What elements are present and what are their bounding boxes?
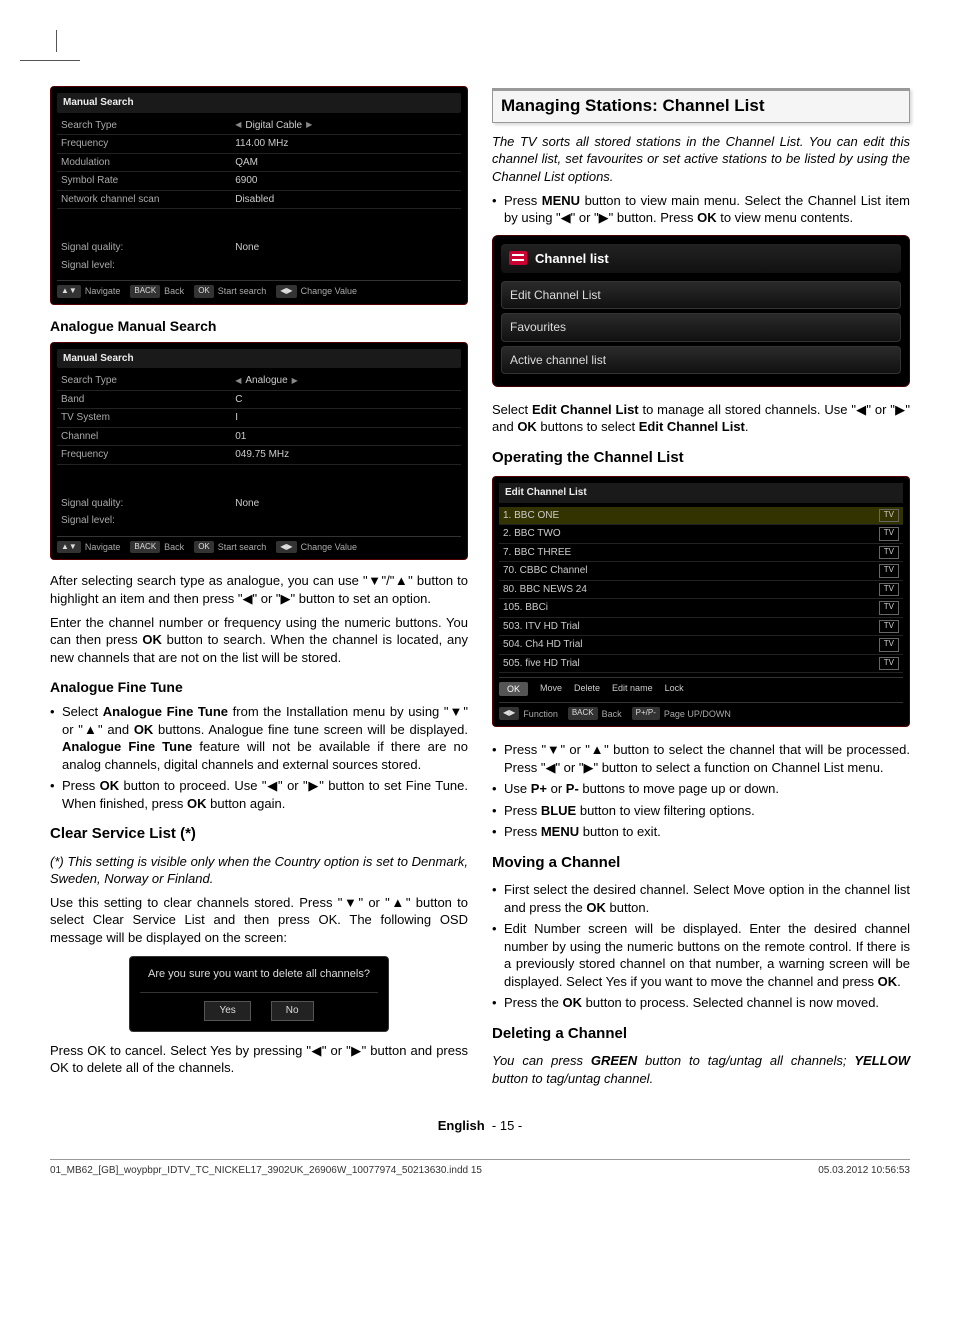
- tv1-sigq-val: None: [235, 241, 457, 255]
- analogue-search-instructions-1: After selecting search type as analogue,…: [50, 572, 468, 607]
- operating-channel-list-heading: Operating the Channel List: [492, 448, 910, 468]
- right-column: Managing Stations: Channel List The TV s…: [492, 80, 910, 1093]
- edit-channel-list-head: Edit Channel List: [499, 483, 903, 503]
- managing-stations-heading: Managing Stations: Channel List: [492, 88, 910, 123]
- tv-foot-item: ◀▶Function: [499, 707, 558, 720]
- select-edit-channel-list-para: Select Edit Channel List to manage all s…: [492, 401, 910, 436]
- dialog-no-button: No: [271, 1001, 314, 1021]
- tv-row: TV SystemI: [57, 409, 461, 428]
- footer-lang: English: [438, 1118, 485, 1133]
- channel-row: 503. ITV HD TrialTV: [499, 618, 903, 637]
- tv-row: Search Type◀Digital Cable▶: [57, 117, 461, 136]
- tv-foot-item: ▲▼Navigate: [57, 285, 120, 298]
- tv-foot-item: BACKBack: [130, 285, 184, 298]
- moving-channel-heading: Moving a Channel: [492, 853, 910, 873]
- channel-action: Lock: [665, 682, 684, 696]
- tv-row: ModulationQAM: [57, 154, 461, 173]
- tv1-sigl-label: Signal level:: [61, 259, 235, 273]
- tv-screenshot-digital-manual-search: Manual Search Search Type◀Digital Cable▶…: [50, 86, 468, 305]
- channel-row: 105. BBCiTV: [499, 599, 903, 618]
- channel-row: 80. BBC NEWS 24TV: [499, 581, 903, 600]
- delete-all-dialog: Are you sure you want to delete all chan…: [129, 956, 389, 1031]
- crop-mark-h: [20, 60, 80, 61]
- menu-list-icon: [509, 251, 527, 265]
- analogue-fine-tune-heading: Analogue Fine Tune: [50, 678, 468, 697]
- op-bullet-1: Press "▼" or "▲" button to select the ch…: [492, 741, 910, 776]
- document-footer: 01_MB62_[GB]_woypbpr_IDTV_TC_NICKEL17_39…: [50, 1159, 910, 1178]
- analogue-manual-search-heading: Analogue Manual Search: [50, 317, 468, 336]
- deleting-channel-heading: Deleting a Channel: [492, 1024, 910, 1044]
- channel-list-menu-head: Channel list: [501, 244, 901, 274]
- channel-row: 504. Ch4 HD TrialTV: [499, 636, 903, 655]
- clear-service-list-para: Use this setting to clear channels store…: [50, 894, 468, 947]
- tv2-sigq-label: Signal quality:: [61, 497, 235, 511]
- tv-foot-item: BACKBack: [568, 707, 622, 720]
- analogue-search-instructions-2: Enter the channel number or frequency us…: [50, 614, 468, 667]
- tv-row: BandC: [57, 391, 461, 410]
- tv-foot-item: OKStart search: [194, 285, 266, 298]
- channel-action: Edit name: [612, 682, 653, 696]
- press-menu-bullet: Press MENU button to view main menu. Sel…: [492, 192, 910, 227]
- left-column: Manual Search Search Type◀Digital Cable▶…: [50, 80, 468, 1093]
- footer-page: - 15 -: [492, 1118, 522, 1133]
- move-bullet-1: First select the desired channel. Select…: [492, 881, 910, 916]
- dialog-yes-button: Yes: [204, 1001, 250, 1021]
- tv2-sigl-label: Signal level:: [61, 514, 235, 528]
- tv-foot-item: BACKBack: [130, 541, 184, 554]
- clear-service-list-end: Press OK to cancel. Select Yes by pressi…: [50, 1042, 468, 1077]
- tv-row: Frequency049.75 MHz: [57, 446, 461, 465]
- tv-foot-item: P+/P-Page UP/DOWN: [632, 707, 731, 720]
- page-footer-center: English - 15 -: [50, 1117, 910, 1135]
- channel-row: 2. BBC TWOTV: [499, 525, 903, 544]
- tv-row: Channel01: [57, 428, 461, 447]
- tv1-title: Manual Search: [57, 93, 461, 113]
- clear-service-list-note: (*) This setting is visible only when th…: [50, 853, 468, 888]
- two-column-layout: Manual Search Search Type◀Digital Cable▶…: [50, 80, 910, 1093]
- channel-action: Move: [540, 682, 562, 696]
- crop-mark-v: [56, 30, 57, 52]
- aft-bullet-2: Press OK button to proceed. Use "◀" or "…: [50, 777, 468, 812]
- tv-row: Symbol Rate6900: [57, 172, 461, 191]
- tv-screenshot-analogue-manual-search: Manual Search Search Type◀Analogue▶BandC…: [50, 342, 468, 561]
- move-bullet-2: Edit Number screen will be displayed. En…: [492, 920, 910, 990]
- channel-action: OK: [499, 682, 528, 696]
- channel-row: 70. CBBC ChannelTV: [499, 562, 903, 581]
- tv-foot-item: ▲▼Navigate: [57, 541, 120, 554]
- tv-row: Network channel scanDisabled: [57, 191, 461, 210]
- tv2-sigq-val: None: [235, 497, 457, 511]
- op-bullet-2: Use P+ or P- buttons to move page up or …: [492, 780, 910, 798]
- crop-marks: [50, 30, 910, 70]
- channel-row: 1. BBC ONETV: [499, 507, 903, 526]
- channel-list-menu-screenshot: Channel list Edit Channel List Favourites…: [492, 235, 910, 387]
- footer-timestamp: 05.03.2012 10:56:53: [818, 1164, 910, 1178]
- channel-action: Delete: [574, 682, 600, 696]
- tv1-sigq-label: Signal quality:: [61, 241, 235, 255]
- channel-list-menu-item: Active channel list: [501, 346, 901, 374]
- tv-foot-item: ◀▶Change Value: [276, 541, 357, 554]
- op-bullet-4: Press MENU button to exit.: [492, 823, 910, 841]
- edit-channel-list-screenshot: Edit Channel List 1. BBC ONETV2. BBC TWO…: [492, 476, 910, 727]
- tv-row: Search Type◀Analogue▶: [57, 372, 461, 391]
- channel-list-menu-title: Channel list: [535, 250, 609, 268]
- channel-list-menu-item: Edit Channel List: [501, 281, 901, 309]
- tv2-title: Manual Search: [57, 349, 461, 369]
- clear-service-list-heading: Clear Service List (*): [50, 824, 468, 844]
- dialog-text: Are you sure you want to delete all chan…: [140, 967, 378, 982]
- footer-filename: 01_MB62_[GB]_woypbpr_IDTV_TC_NICKEL17_39…: [50, 1164, 482, 1178]
- aft-bullet-1: Select Analogue Fine Tune from the Insta…: [50, 703, 468, 773]
- channel-list-menu-item: Favourites: [501, 313, 901, 341]
- channel-row: 7. BBC THREETV: [499, 544, 903, 563]
- tv-foot-item: ◀▶Change Value: [276, 285, 357, 298]
- deleting-channel-para: You can press GREEN button to tag/untag …: [492, 1052, 910, 1087]
- channel-row: 505. five HD TrialTV: [499, 655, 903, 674]
- tv-foot-item: OKStart search: [194, 541, 266, 554]
- tv-row: Frequency114.00 MHz: [57, 135, 461, 154]
- op-bullet-3: Press BLUE button to view filtering opti…: [492, 802, 910, 820]
- channel-list-intro: The TV sorts all stored stations in the …: [492, 133, 910, 186]
- move-bullet-3: Press the OK button to process. Selected…: [492, 994, 910, 1012]
